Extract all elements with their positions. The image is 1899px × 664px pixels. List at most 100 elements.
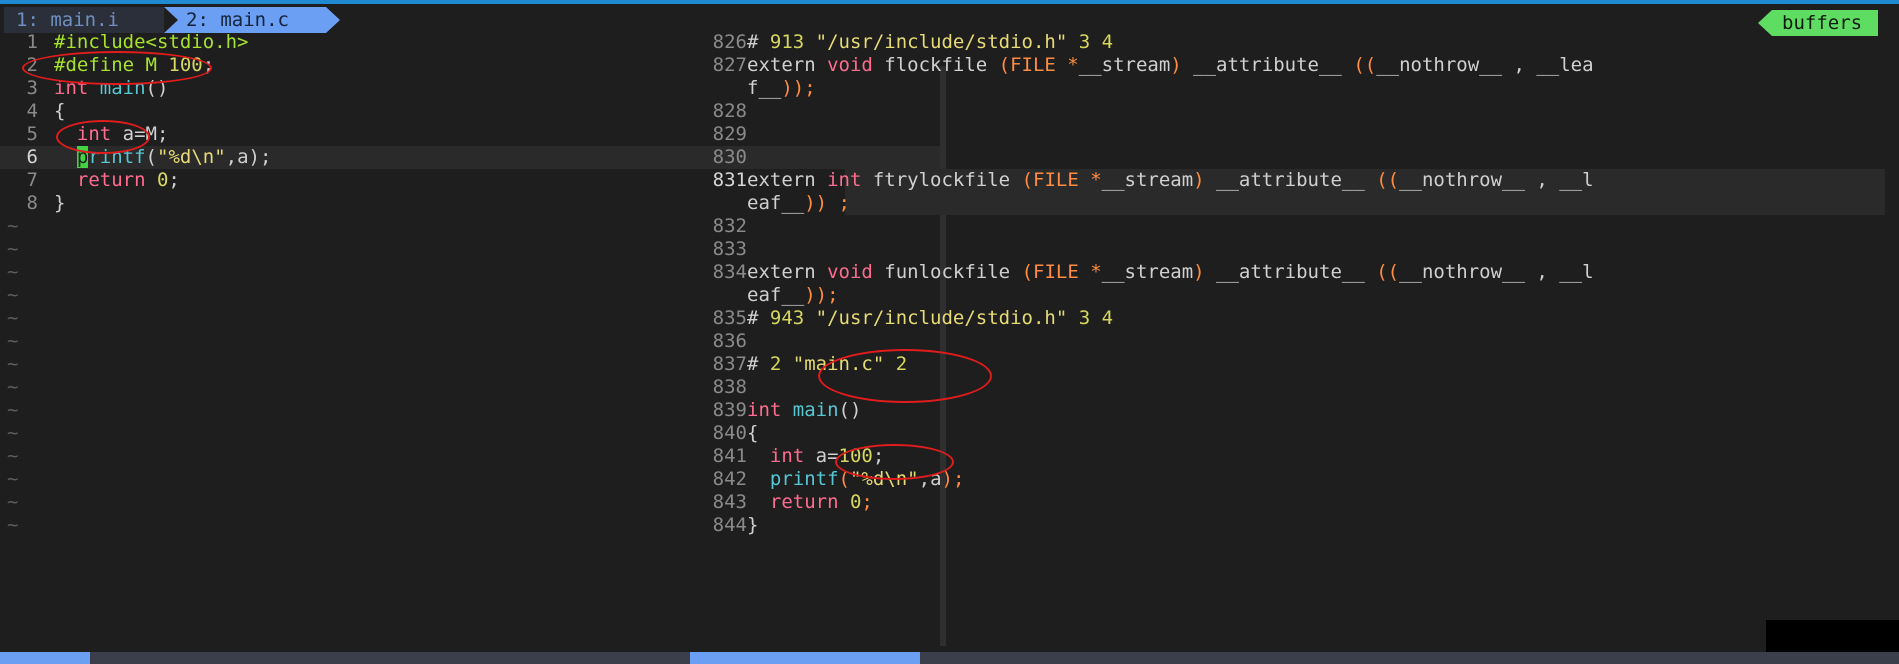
code-token: (FILE * (1021, 261, 1102, 283)
code-token: { (747, 422, 759, 444)
code-token: (( (1376, 261, 1400, 283)
right-code-line[interactable]: 832 (713, 215, 1885, 238)
code-token: a= (804, 445, 839, 467)
code-text: } (747, 514, 758, 537)
code-token: __nothrow__ , __l (1399, 261, 1594, 283)
code-token: } (54, 192, 66, 214)
right-code-line[interactable]: 834 extern void funlockfile (FILE *__stre… (713, 261, 1885, 284)
code-token: ftrylockfile (872, 169, 1022, 191)
code-token: "/usr/include/stdio.h" (815, 31, 1079, 53)
code-text: extern void funlockfile (FILE *__stream)… (747, 261, 1594, 284)
line-number: 836 (712, 330, 747, 352)
code-text: f__)); (747, 77, 816, 100)
editor-pane-main-c[interactable]: 1 #include<stdio.h> 2 #define M 100; 3 int ma… (0, 31, 940, 650)
right-code-line[interactable]: 833 (713, 238, 1885, 261)
right-code-line[interactable]: 836 (713, 330, 1885, 353)
left-code-line[interactable]: 6 printf("%d\n",a); (0, 146, 940, 169)
line-number: 837 (712, 353, 747, 375)
right-code-line[interactable]: 831 extern int ftrylockfile (FILE *__stre… (713, 169, 1885, 192)
tab-main-c[interactable]: 2: main.c (164, 7, 340, 33)
code-token: a=M; (111, 123, 169, 145)
code-token: "%d\n" (157, 146, 226, 168)
right-code-line[interactable]: 842 printf("%d\n",a); (713, 468, 1885, 491)
left-code-line[interactable]: 5 int a=M; (0, 123, 940, 146)
status-line (0, 652, 1899, 664)
left-code-line[interactable]: 4{ (0, 100, 940, 123)
code-token: ; (168, 169, 180, 191)
code-token: 2 (895, 353, 908, 375)
editor-pane-main-i[interactable]: 826 # 913 "/usr/include/stdio.h" 3 4 827 ex… (713, 31, 1890, 650)
code-token: (FILE * (998, 54, 1079, 76)
code-token: int (76, 123, 112, 145)
code-token: 2 (769, 353, 793, 375)
code-token: (( (1376, 169, 1400, 191)
line-number: 8 (26, 192, 38, 214)
line-number: 843 (712, 491, 747, 513)
code-token: 3 4 (1078, 307, 1114, 329)
right-code-line[interactable]: eaf__)) ; (747, 192, 1885, 215)
code-token: 3 4 (1078, 31, 1114, 53)
line-number: 6 (26, 146, 38, 168)
code-token: )); (804, 284, 839, 306)
code-token: #include<stdio.h> (54, 31, 249, 53)
right-code-line[interactable]: eaf__)); (747, 284, 1885, 307)
empty-line-tilde: ~ (7, 491, 19, 513)
code-token: __stream (1101, 169, 1194, 191)
code-token: () (838, 399, 862, 421)
tab-main-i[interactable]: 1: main.i (4, 7, 164, 33)
code-text: } (54, 192, 65, 215)
right-code-line[interactable]: 827 extern void flockfile (FILE *__stream… (713, 54, 1885, 77)
code-token: 100 (838, 445, 873, 467)
code-token: f__ (747, 77, 782, 99)
code-token: )); (781, 77, 816, 99)
right-code-line[interactable]: 844} (713, 514, 1885, 537)
code-token: main (99, 77, 146, 99)
code-text: return 0; (54, 169, 180, 192)
code-text: int main() (54, 77, 168, 100)
code-token: extern (747, 169, 828, 191)
code-text: # 2 "main.c" 2 (747, 353, 907, 376)
right-code-line[interactable]: 829 (713, 123, 1885, 146)
line-number: 833 (712, 238, 747, 260)
code-token: 100 (168, 54, 203, 76)
code-text: return 0; (747, 491, 873, 514)
line-number: 829 (712, 123, 747, 145)
code-token: __attribute__ (1204, 261, 1377, 283)
code-text: #include<stdio.h> (54, 31, 248, 54)
line-number: 831 (712, 169, 747, 191)
right-code-line[interactable]: 835 # 943 "/usr/include/stdio.h" 3 4 (713, 307, 1885, 330)
code-token: "main.c" (792, 353, 896, 375)
code-text: # 943 "/usr/include/stdio.h" 3 4 (747, 307, 1113, 330)
code-token: __attribute__ (1181, 54, 1354, 76)
empty-line-tilde: ~ (7, 330, 19, 352)
empty-line-tilde: ~ (7, 353, 19, 375)
right-code-line[interactable]: 843 return 0; (713, 491, 1885, 514)
right-code-line[interactable]: 826 # 913 "/usr/include/stdio.h" 3 4 (713, 31, 1885, 54)
code-token: eaf__ (747, 284, 805, 306)
code-token: extern (747, 54, 828, 76)
right-code-line[interactable]: 838 (713, 376, 1885, 399)
code-text: eaf__)) ; (747, 192, 850, 215)
line-number: 840 (712, 422, 747, 444)
code-text: extern int ftrylockfile (FILE *__stream)… (747, 169, 1594, 192)
code-token: # (747, 31, 770, 53)
empty-line-tilde: ~ (7, 261, 19, 283)
line-number: 5 (26, 123, 38, 145)
code-token: eaf__ (747, 192, 805, 214)
code-token: int (54, 77, 100, 99)
code-token: ; (202, 54, 215, 76)
right-code-line[interactable]: f__)); (747, 77, 1885, 100)
code-text: int a=M; (54, 123, 169, 146)
code-token: "%d\n" (849, 468, 919, 490)
status-mode-segment (0, 652, 90, 664)
right-code-line[interactable]: 839 int main() (713, 399, 1885, 422)
right-code-line[interactable]: 841 int a=100; (713, 445, 1885, 468)
right-code-line[interactable]: 837 # 2 "main.c" 2 (713, 353, 1885, 376)
code-token: extern (747, 261, 828, 283)
right-code-line[interactable]: 828 (713, 100, 1885, 123)
right-code-line[interactable]: 840{ (713, 422, 1885, 445)
right-code-line[interactable]: 830 (713, 146, 1885, 169)
code-token: # (747, 353, 770, 375)
